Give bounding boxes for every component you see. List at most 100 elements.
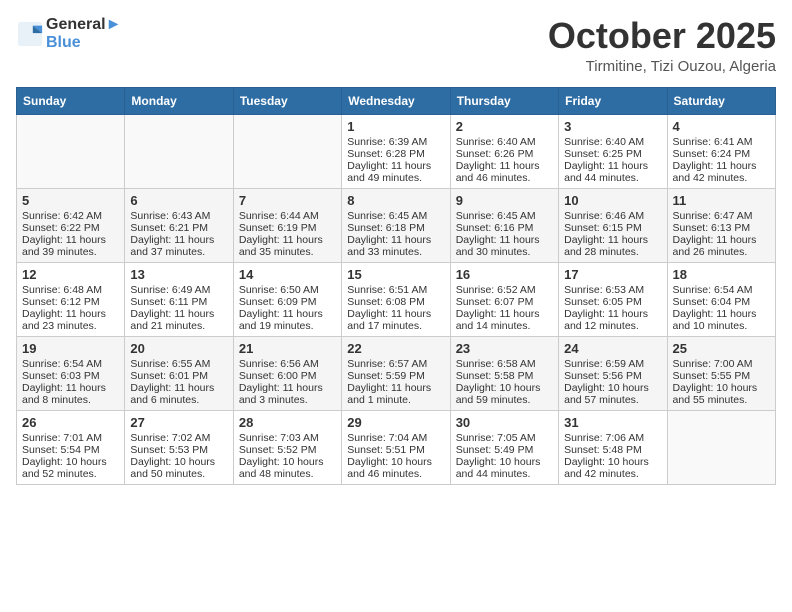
- day-info: Sunset: 6:15 PM: [564, 222, 661, 234]
- calendar-table: SundayMondayTuesdayWednesdayThursdayFrid…: [16, 87, 776, 485]
- day-info: Daylight: 10 hours and 55 minutes.: [673, 382, 770, 406]
- day-number: 2: [456, 119, 553, 134]
- day-number: 15: [347, 267, 444, 282]
- day-info: Sunrise: 7:03 AM: [239, 432, 336, 444]
- day-info: Sunset: 6:28 PM: [347, 148, 444, 160]
- day-info: Daylight: 11 hours and 46 minutes.: [456, 160, 553, 184]
- calendar-cell: 26Sunrise: 7:01 AMSunset: 5:54 PMDayligh…: [17, 410, 125, 484]
- day-info: Sunrise: 6:51 AM: [347, 284, 444, 296]
- calendar-cell: 23Sunrise: 6:58 AMSunset: 5:58 PMDayligh…: [450, 336, 558, 410]
- day-info: Sunrise: 6:40 AM: [564, 136, 661, 148]
- calendar-cell: 12Sunrise: 6:48 AMSunset: 6:12 PMDayligh…: [17, 262, 125, 336]
- day-info: Daylight: 10 hours and 46 minutes.: [347, 456, 444, 480]
- day-info: Sunset: 6:18 PM: [347, 222, 444, 234]
- day-number: 23: [456, 341, 553, 356]
- day-info: Sunset: 6:03 PM: [22, 370, 119, 382]
- day-info: Sunrise: 6:57 AM: [347, 358, 444, 370]
- day-info: Daylight: 11 hours and 39 minutes.: [22, 234, 119, 258]
- weekday-header-sunday: Sunday: [17, 87, 125, 114]
- day-info: Daylight: 10 hours and 52 minutes.: [22, 456, 119, 480]
- day-info: Sunrise: 6:54 AM: [673, 284, 770, 296]
- calendar-week-row: 12Sunrise: 6:48 AMSunset: 6:12 PMDayligh…: [17, 262, 776, 336]
- day-number: 26: [22, 415, 119, 430]
- calendar-cell: 6Sunrise: 6:43 AMSunset: 6:21 PMDaylight…: [125, 188, 233, 262]
- day-info: Sunset: 5:56 PM: [564, 370, 661, 382]
- day-number: 8: [347, 193, 444, 208]
- calendar-cell: [125, 114, 233, 188]
- day-info: Daylight: 10 hours and 57 minutes.: [564, 382, 661, 406]
- day-info: Sunrise: 6:49 AM: [130, 284, 227, 296]
- calendar-cell: 21Sunrise: 6:56 AMSunset: 6:00 PMDayligh…: [233, 336, 341, 410]
- calendar-cell: 20Sunrise: 6:55 AMSunset: 6:01 PMDayligh…: [125, 336, 233, 410]
- day-info: Daylight: 11 hours and 28 minutes.: [564, 234, 661, 258]
- calendar-cell: 29 Sunrise: 7:04 AMSunset: 5:51 PMDayligh…: [342, 410, 450, 484]
- day-info: Sunrise: 7:05 AM: [456, 432, 553, 444]
- calendar-cell: 1Sunrise: 6:39 AMSunset: 6:28 PMDaylight…: [342, 114, 450, 188]
- day-info: Daylight: 11 hours and 23 minutes.: [22, 308, 119, 332]
- day-info: Sunset: 5:49 PM: [456, 444, 553, 456]
- day-info: Sunrise: 6:45 AM: [347, 210, 444, 222]
- day-info: Daylight: 10 hours and 42 minutes.: [564, 456, 661, 480]
- day-info: Sunset: 6:19 PM: [239, 222, 336, 234]
- day-info: Sunrise: 6:45 AM: [456, 210, 553, 222]
- day-number: 19: [22, 341, 119, 356]
- location: Tirmitine, Tizi Ouzou, Algeria: [548, 58, 776, 75]
- day-number: 27: [130, 415, 227, 430]
- calendar-cell: 9Sunrise: 6:45 AMSunset: 6:16 PMDaylight…: [450, 188, 558, 262]
- day-info: Daylight: 10 hours and 44 minutes.: [456, 456, 553, 480]
- day-number: 3: [564, 119, 661, 134]
- day-info: Sunset: 5:59 PM: [347, 370, 444, 382]
- day-info: Daylight: 11 hours and 19 minutes.: [239, 308, 336, 332]
- day-number: 9: [456, 193, 553, 208]
- calendar-cell: 14Sunrise: 6:50 AMSunset: 6:09 PMDayligh…: [233, 262, 341, 336]
- day-info: Sunrise: 6:52 AM: [456, 284, 553, 296]
- calendar-week-row: 1Sunrise: 6:39 AMSunset: 6:28 PMDaylight…: [17, 114, 776, 188]
- day-info: Sunset: 6:08 PM: [347, 296, 444, 308]
- day-info: Sunset: 6:05 PM: [564, 296, 661, 308]
- weekday-header-saturday: Saturday: [667, 87, 775, 114]
- day-info: Daylight: 11 hours and 10 minutes.: [673, 308, 770, 332]
- day-info: Daylight: 11 hours and 42 minutes.: [673, 160, 770, 184]
- weekday-header-wednesday: Wednesday: [342, 87, 450, 114]
- day-number: 29: [347, 415, 444, 430]
- day-info: Sunset: 6:24 PM: [673, 148, 770, 160]
- day-number: 31: [564, 415, 661, 430]
- day-number: 13: [130, 267, 227, 282]
- calendar-cell: [667, 410, 775, 484]
- day-number: 7: [239, 193, 336, 208]
- day-info: Sunset: 5:51 PM: [347, 444, 444, 456]
- day-info: Sunrise: 6:44 AM: [239, 210, 336, 222]
- calendar-cell: 16Sunrise: 6:52 AMSunset: 6:07 PMDayligh…: [450, 262, 558, 336]
- day-number: 16: [456, 267, 553, 282]
- calendar-cell: 8 Sunrise: 6:45 AMSunset: 6:18 PMDaylight…: [342, 188, 450, 262]
- day-info: Sunrise: 6:54 AM: [22, 358, 119, 370]
- page-header: General► Blue October 2025 Tirmitine, Ti…: [16, 16, 776, 75]
- day-info: Sunset: 5:58 PM: [456, 370, 553, 382]
- day-info: Daylight: 11 hours and 12 minutes.: [564, 308, 661, 332]
- day-info: Daylight: 11 hours and 6 minutes.: [130, 382, 227, 406]
- day-info: Sunrise: 6:47 AM: [673, 210, 770, 222]
- day-info: Daylight: 11 hours and 37 minutes.: [130, 234, 227, 258]
- day-number: 12: [22, 267, 119, 282]
- day-info: Sunrise: 6:43 AM: [130, 210, 227, 222]
- calendar-cell: 2Sunrise: 6:40 AMSunset: 6:26 PMDaylight…: [450, 114, 558, 188]
- calendar-cell: 4Sunrise: 6:41 AMSunset: 6:24 PMDaylight…: [667, 114, 775, 188]
- day-info: Sunrise: 6:53 AM: [564, 284, 661, 296]
- day-info: Sunset: 5:48 PM: [564, 444, 661, 456]
- calendar-cell: [17, 114, 125, 188]
- day-info: Daylight: 11 hours and 21 minutes.: [130, 308, 227, 332]
- day-info: Sunrise: 6:46 AM: [564, 210, 661, 222]
- day-info: Sunset: 6:11 PM: [130, 296, 227, 308]
- calendar-cell: 10Sunrise: 6:46 AMSunset: 6:15 PMDayligh…: [559, 188, 667, 262]
- calendar-cell: 22Sunrise: 6:57 AMSunset: 5:59 PMDayligh…: [342, 336, 450, 410]
- calendar-cell: 11Sunrise: 6:47 AMSunset: 6:13 PMDayligh…: [667, 188, 775, 262]
- calendar-cell: 19Sunrise: 6:54 AMSunset: 6:03 PMDayligh…: [17, 336, 125, 410]
- day-info: Sunrise: 6:42 AM: [22, 210, 119, 222]
- day-info: Daylight: 11 hours and 33 minutes.: [347, 234, 444, 258]
- day-info: Sunset: 6:12 PM: [22, 296, 119, 308]
- day-number: 30: [456, 415, 553, 430]
- day-info: Daylight: 11 hours and 35 minutes.: [239, 234, 336, 258]
- calendar-cell: 28Sunrise: 7:03 AMSunset: 5:52 PMDayligh…: [233, 410, 341, 484]
- day-info: Sunrise: 7:04 AM: [347, 432, 444, 444]
- weekday-header-friday: Friday: [559, 87, 667, 114]
